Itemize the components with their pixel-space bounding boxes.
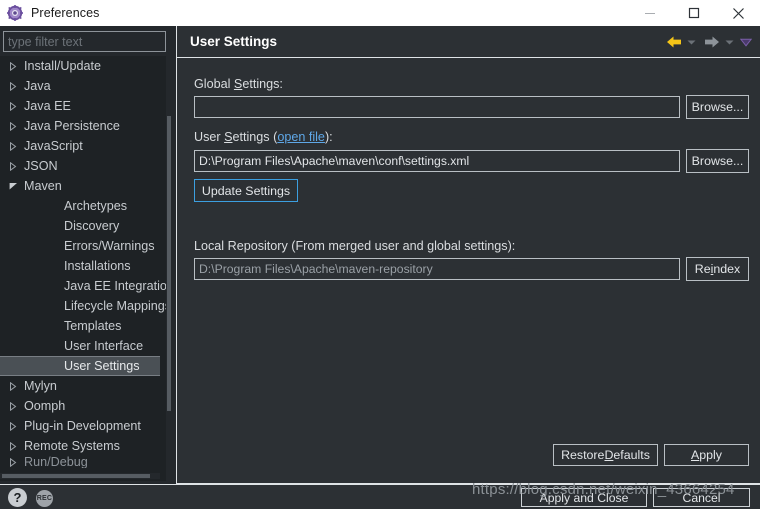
sidebar-item-label: Discovery (64, 219, 119, 233)
apply-and-close-button[interactable]: Apply and Close (521, 488, 647, 507)
forward-arrow-icon[interactable] (701, 35, 723, 49)
sidebar-item-label: Installations (64, 259, 131, 273)
sidebar-item-remote-systems[interactable]: Remote Systems (0, 436, 160, 456)
global-settings-input[interactable] (194, 96, 680, 118)
apply-button[interactable]: Apply (664, 444, 749, 466)
sidebar-item-label: Java EE Integration (64, 279, 166, 293)
sidebar-item-label: Maven (24, 179, 62, 193)
sidebar-item-java-persistence[interactable]: Java Persistence (0, 116, 160, 136)
sidebar-item-run-debug[interactable]: Run/Debug (0, 456, 160, 468)
global-settings-label: Global Settings: (194, 77, 283, 91)
sidebar-item-errors-warnings[interactable]: Errors/Warnings (0, 236, 160, 256)
back-history-chevron-down-icon[interactable] (685, 39, 698, 46)
chevron-right-icon[interactable] (6, 82, 20, 91)
sidebar-item-label: Oomph (24, 399, 65, 413)
chevron-right-icon[interactable] (6, 102, 20, 111)
sidebar-item-label: Java (24, 79, 51, 93)
user-settings-input[interactable] (194, 150, 680, 172)
local-repository-input[interactable] (194, 258, 680, 280)
window-controls (628, 0, 760, 26)
open-file-link[interactable]: open file (277, 130, 325, 144)
tree-vertical-scroll-thumb[interactable] (167, 116, 171, 411)
sidebar-item-user-interface[interactable]: User Interface (0, 336, 160, 356)
filter-field-wrapper[interactable] (3, 31, 166, 52)
rec-indicator-icon: REC (36, 490, 53, 507)
reindex-button[interactable]: Reindex (686, 257, 749, 281)
sidebar-item-install-update[interactable]: Install/Update (0, 56, 160, 76)
sidebar-item-maven[interactable]: Maven (0, 176, 160, 196)
sidebar-item-discovery[interactable]: Discovery (0, 216, 160, 236)
sidebar-item-java-ee-integration[interactable]: Java EE Integration (0, 276, 160, 296)
sidebar-item-label: Templates (64, 319, 121, 333)
close-icon[interactable] (716, 0, 760, 26)
preferences-page: User Settings (176, 26, 760, 484)
sidebar-item-json[interactable]: JSON (0, 156, 160, 176)
sidebar-item-label: Errors/Warnings (64, 239, 155, 253)
sidebar-item-archetypes[interactable]: Archetypes (0, 196, 160, 216)
global-settings-browse-button[interactable]: Browse... (686, 95, 749, 119)
sidebar-item-user-settings[interactable]: User Settings (0, 356, 160, 376)
sidebar-item-label: User Settings (64, 359, 140, 373)
chevron-right-icon[interactable] (6, 442, 20, 451)
page-title: User Settings (190, 34, 277, 49)
back-arrow-icon[interactable] (663, 35, 685, 49)
sidebar-item-mylyn[interactable]: Mylyn (0, 376, 160, 396)
question-mark-icon[interactable]: ? (8, 488, 27, 507)
chevron-right-icon[interactable] (6, 62, 20, 71)
window-title: Preferences (31, 6, 100, 20)
sidebar-item-label: Plug-in Development (24, 419, 141, 433)
chevron-right-icon[interactable] (6, 382, 20, 391)
sidebar-item-label: Install/Update (24, 59, 101, 73)
tree-horizontal-scroll-thumb[interactable] (2, 474, 150, 478)
sidebar-item-plug-in-development[interactable]: Plug-in Development (0, 416, 160, 436)
page-header: User Settings (177, 26, 760, 58)
chevron-right-icon[interactable] (6, 422, 20, 431)
chevron-right-icon[interactable] (6, 458, 20, 467)
search-input[interactable] (4, 32, 165, 51)
chevron-right-icon[interactable] (6, 122, 20, 131)
sidebar-item-label: Archetypes (64, 199, 127, 213)
restore-defaults-button[interactable]: Restore Defaults (553, 444, 658, 466)
sidebar-item-label: Lifecycle Mappings (64, 299, 166, 313)
page-navigation (663, 26, 753, 58)
maximize-icon[interactable] (672, 0, 716, 26)
sidebar-item-installations[interactable]: Installations (0, 256, 160, 276)
sidebar-item-java[interactable]: Java (0, 76, 160, 96)
sidebar-item-java-ee[interactable]: Java EE (0, 96, 160, 116)
update-settings-button[interactable]: Update Settings (194, 179, 298, 202)
minimize-icon[interactable] (628, 0, 672, 26)
preferences-dialog: Preferences Install/Update Java Java EE Jav… (0, 0, 760, 509)
sidebar-item-lifecycle-mappings[interactable]: Lifecycle Mappings (0, 296, 160, 316)
sidebar-item-label: User Interface (64, 339, 143, 353)
sidebar-item-label: Java EE (24, 99, 71, 113)
chevron-right-icon[interactable] (6, 402, 20, 411)
chevron-down-icon[interactable] (6, 182, 20, 190)
sidebar-item-label: Remote Systems (24, 439, 120, 453)
sidebar-item-label: Java Persistence (24, 119, 120, 133)
sidebar-item-label: JSON (24, 159, 58, 173)
gear-icon (7, 5, 23, 21)
dialog-footer: ? REC Apply and Close Cancel (0, 484, 760, 509)
sidebar-item-label: JavaScript (24, 139, 83, 153)
view-menu-chevron-icon[interactable] (738, 38, 753, 47)
sidebar-item-label: Mylyn (24, 379, 57, 393)
preferences-sidebar: Install/Update Java Java EE Java Persistenc… (0, 26, 172, 484)
cancel-button[interactable]: Cancel (653, 488, 750, 507)
sidebar-item-label: Run/Debug (24, 456, 88, 468)
tree-horizontal-scrollbar[interactable] (0, 473, 160, 479)
user-settings-browse-button[interactable]: Browse... (686, 149, 749, 173)
forward-history-chevron-down-icon[interactable] (723, 39, 736, 46)
chevron-right-icon[interactable] (6, 162, 20, 171)
chevron-right-icon[interactable] (6, 142, 20, 151)
sidebar-item-oomph[interactable]: Oomph (0, 396, 160, 416)
user-settings-form: Global Settings: Browse... User Settings… (177, 59, 760, 483)
title-bar: Preferences (0, 0, 760, 26)
sidebar-item-javascript[interactable]: JavaScript (0, 136, 160, 156)
local-repository-label: Local Repository (From merged user and g… (194, 239, 515, 253)
dialog-body: Install/Update Java Java EE Java Persistenc… (0, 26, 760, 484)
user-settings-label: User Settings (open file): (194, 130, 333, 144)
preferences-tree[interactable]: Install/Update Java Java EE Java Persistenc… (0, 56, 166, 481)
sidebar-item-templates[interactable]: Templates (0, 316, 160, 336)
